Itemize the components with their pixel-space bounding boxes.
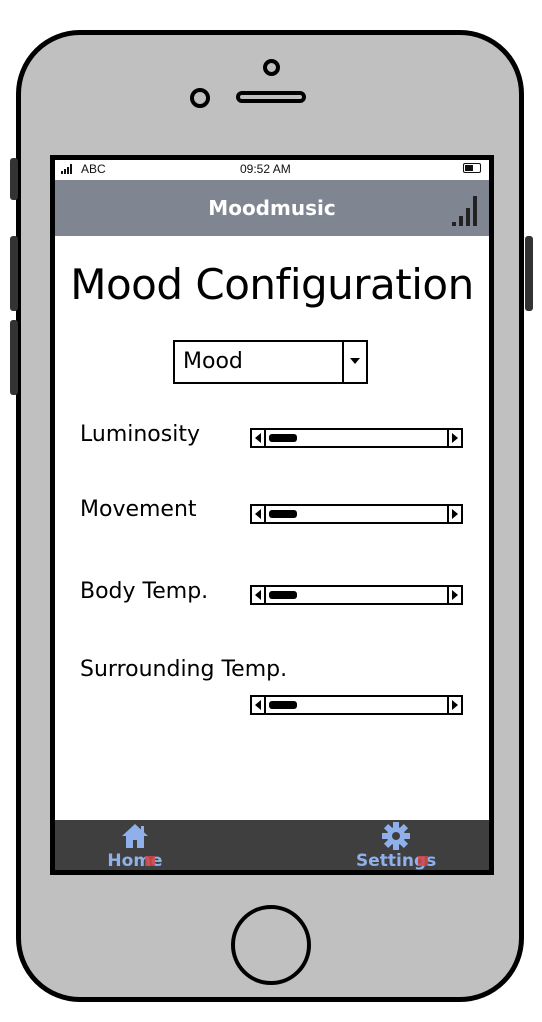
proximity-sensor xyxy=(190,88,210,108)
notification-badge xyxy=(418,856,428,866)
tab-settings[interactable]: Settings xyxy=(356,822,436,870)
tab-home[interactable]: Home xyxy=(95,822,175,871)
slider-decrement-icon[interactable] xyxy=(252,697,266,713)
signal-strength-icon xyxy=(452,196,477,226)
movement-label: Movement xyxy=(80,497,197,522)
slider-increment-icon[interactable] xyxy=(447,587,461,603)
mood-dropdown[interactable]: Mood xyxy=(173,340,368,384)
mood-dropdown-value: Mood xyxy=(183,349,243,374)
slider-increment-icon[interactable] xyxy=(447,697,461,713)
slider-thumb[interactable] xyxy=(269,591,297,599)
movement-slider[interactable] xyxy=(250,504,463,524)
mockup-stage: ABC 09:52 AM Moodmusic Mood Configuratio… xyxy=(0,0,542,1022)
home-button[interactable] xyxy=(231,905,311,985)
status-bar: ABC 09:52 AM xyxy=(55,160,489,180)
body-temp-slider[interactable] xyxy=(250,585,463,605)
luminosity-slider[interactable] xyxy=(250,428,463,448)
front-camera xyxy=(263,59,280,76)
cell-signal-icon xyxy=(61,164,72,174)
slider-thumb[interactable] xyxy=(269,701,297,709)
tab-bar: Home Settings xyxy=(55,820,489,871)
mute-switch xyxy=(10,158,18,200)
slider-increment-icon[interactable] xyxy=(447,430,461,446)
chevron-down-icon[interactable] xyxy=(342,342,366,382)
surrounding-temp-label: Surrounding Temp. xyxy=(80,657,288,682)
volume-up-button xyxy=(10,236,18,311)
gear-icon xyxy=(382,822,410,850)
body-temp-label: Body Temp. xyxy=(80,579,209,604)
surrounding-temp-slider[interactable] xyxy=(250,695,463,715)
notification-badge xyxy=(145,856,155,866)
carrier-name: ABC xyxy=(81,162,106,176)
slider-decrement-icon[interactable] xyxy=(252,506,266,522)
slider-thumb[interactable] xyxy=(269,510,297,518)
tab-home-label: Home xyxy=(107,851,163,871)
luminosity-label: Luminosity xyxy=(80,422,200,447)
phone-screen: ABC 09:52 AM Moodmusic Mood Configuratio… xyxy=(50,155,494,875)
home-icon xyxy=(122,824,148,848)
page-title: Mood Configuration xyxy=(70,260,474,309)
volume-down-button xyxy=(10,320,18,395)
slider-increment-icon[interactable] xyxy=(447,506,461,522)
earpiece-speaker xyxy=(236,91,306,103)
slider-thumb[interactable] xyxy=(269,434,297,442)
power-button xyxy=(525,236,533,311)
app-title: Moodmusic xyxy=(208,196,336,220)
navigation-bar: Moodmusic xyxy=(55,180,489,236)
slider-decrement-icon[interactable] xyxy=(252,587,266,603)
slider-decrement-icon[interactable] xyxy=(252,430,266,446)
battery-icon xyxy=(463,163,481,173)
status-time: 09:52 AM xyxy=(240,162,291,176)
